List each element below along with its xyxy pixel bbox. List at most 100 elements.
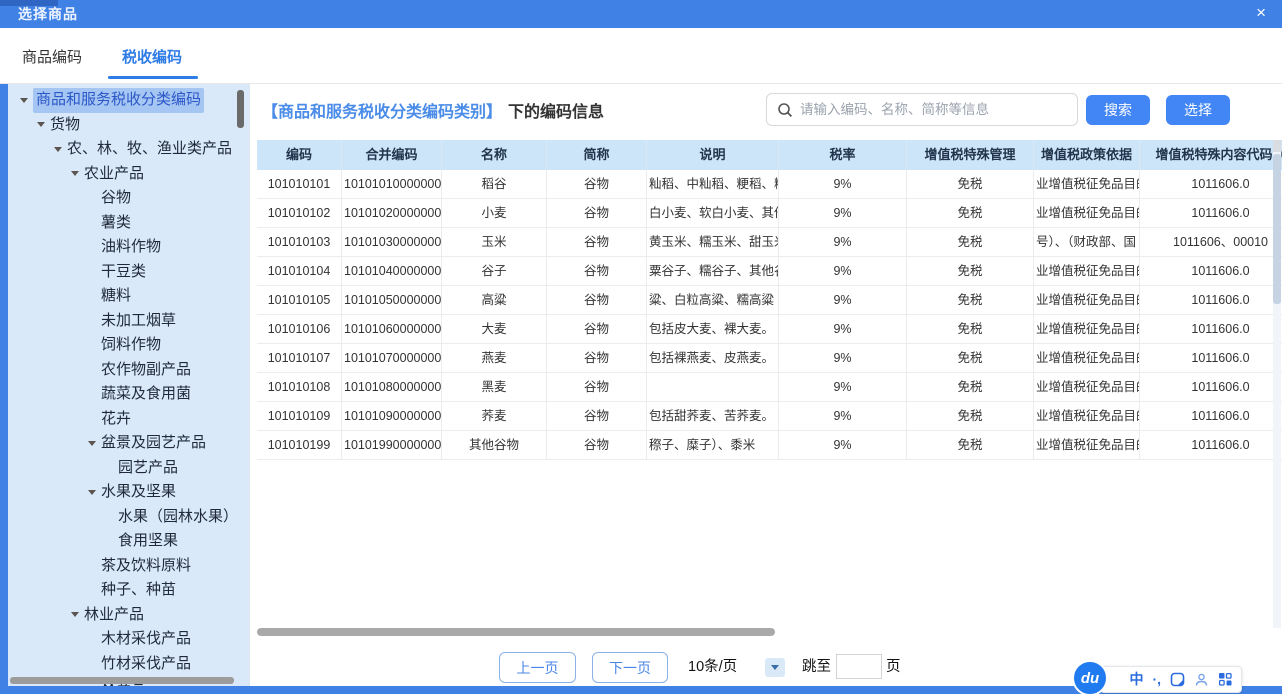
ime-language-icon[interactable]: 中 xyxy=(1129,667,1143,692)
tree-node[interactable]: 货物 xyxy=(8,113,249,138)
tree-vertical-scrollbar[interactable] xyxy=(237,90,244,128)
table-cell: 谷物 xyxy=(547,257,647,286)
table-header-cell: 编码 xyxy=(257,140,342,170)
table-cell: 玉米 xyxy=(442,228,547,257)
table-cell: 谷物 xyxy=(547,170,647,199)
table-row[interactable]: 1010101041010104000000000000谷子谷物粟谷子、糯谷子、… xyxy=(257,257,1282,286)
ime-skin-icon[interactable] xyxy=(1170,672,1185,687)
tree-node[interactable]: 水果（园林水果） xyxy=(8,505,249,530)
tree-horizontal-scrollbar[interactable] xyxy=(10,677,234,684)
tree-node[interactable]: 蔬菜及食用菌 xyxy=(8,382,249,407)
ime-menu-grid-icon[interactable] xyxy=(1218,672,1233,687)
table-header-cell: 说明 xyxy=(647,140,779,170)
table-vertical-scrollbar[interactable] xyxy=(1273,154,1281,304)
section-title-suffix: 下的编码信息 xyxy=(508,104,604,121)
table-row[interactable]: 1010101071010107000000000000燕麦谷物包括裸燕麦、皮燕… xyxy=(257,344,1282,373)
table-row[interactable]: 1010101991010199000000000000其他谷物谷物穄子、糜子）… xyxy=(257,431,1282,460)
table-cell: 谷物 xyxy=(547,431,647,460)
page-size-dropdown[interactable] xyxy=(765,658,785,677)
close-icon[interactable]: × xyxy=(1256,0,1266,26)
table-cell: 燕麦 xyxy=(442,344,547,373)
table-header-cell: 简称 xyxy=(547,140,647,170)
tree-node[interactable]: 竹材采伐产品 xyxy=(8,652,249,677)
tree-node[interactable]: 糖料 xyxy=(8,284,249,309)
tree-node[interactable]: 水果及坚果 xyxy=(8,480,249,505)
table-cell: 1011606.0 xyxy=(1140,315,1282,344)
page-size-label: 10条/页 xyxy=(688,652,737,683)
tree-expand-icon[interactable] xyxy=(37,122,50,127)
tree-node[interactable]: 农作物副产品 xyxy=(8,358,249,383)
table-cell: 1010199000000000000 xyxy=(342,431,442,460)
table-cell: 谷子 xyxy=(442,257,547,286)
tree-node[interactable]: 饲料作物 xyxy=(8,333,249,358)
tree-expand-icon[interactable] xyxy=(54,147,67,152)
tree-node[interactable]: 盆景及园艺产品 xyxy=(8,431,249,456)
next-page-button[interactable]: 下一页 xyxy=(592,652,668,683)
baidu-ime-logo[interactable]: du xyxy=(1072,660,1108,694)
table-cell: 免税 xyxy=(907,228,1034,257)
tree-node[interactable]: 农业产品 xyxy=(8,162,249,187)
table-cell: 业增值税征免品目的 xyxy=(1034,344,1140,373)
table-cell: 101010103 xyxy=(257,228,342,257)
table-cell: 101010107 xyxy=(257,344,342,373)
ime-punctuation-icon[interactable]: ·, xyxy=(1152,667,1161,692)
tab-bar: 商品编码 税收编码 xyxy=(0,28,1282,84)
tree-node[interactable]: 干豆类 xyxy=(8,260,249,285)
tree-node-label: 林业产品 xyxy=(84,603,144,628)
tree-node[interactable]: 种子、种苗 xyxy=(8,578,249,603)
table-cell: 1011606.0 xyxy=(1140,402,1282,431)
table-cell: 9% xyxy=(779,315,907,344)
table-cell: 谷物 xyxy=(547,315,647,344)
category-tree: 商品和服务税收分类编码货物农、林、牧、渔业类产品农业产品谷物薯类油料作物干豆类糖… xyxy=(8,84,249,686)
table-row[interactable]: 1010101051010105000000000000高粱谷物粱、白粒高粱、糯… xyxy=(257,286,1282,315)
table-header-cell: 名称 xyxy=(442,140,547,170)
table-cell: 101010104 xyxy=(257,257,342,286)
table-cell: 101010106 xyxy=(257,315,342,344)
tree-node[interactable]: 油料作物 xyxy=(8,235,249,260)
table-row[interactable]: 1010101011010101000000000000稻谷谷物籼稻、中籼稻、粳… xyxy=(257,170,1282,199)
table-row[interactable]: 1010101061010106000000000000大麦谷物包括皮大麦、裸大… xyxy=(257,315,1282,344)
previous-page-button[interactable]: 上一页 xyxy=(499,652,576,683)
table-horizontal-scrollbar[interactable] xyxy=(257,628,775,636)
tab-product-code[interactable]: 商品编码 xyxy=(22,46,82,67)
table-cell: 1010102000000000000 xyxy=(342,199,442,228)
tree-node-label: 货物 xyxy=(50,113,80,138)
tree-node[interactable]: 林业产品 xyxy=(8,603,249,628)
tree-node[interactable]: 农、林、牧、渔业类产品 xyxy=(8,137,249,162)
tree-node[interactable]: 园艺产品 xyxy=(8,456,249,481)
tree-expand-icon[interactable] xyxy=(71,612,84,617)
tree-node[interactable]: 花卉 xyxy=(8,407,249,432)
tree-node[interactable]: 商品和服务税收分类编码 xyxy=(8,88,249,113)
tree-node[interactable]: 茶及饮料原料 xyxy=(8,554,249,579)
tree-node[interactable]: 未加工烟草 xyxy=(8,309,249,334)
tree-node-label: 商品和服务税收分类编码 xyxy=(33,88,204,113)
search-input[interactable] xyxy=(800,102,1060,117)
tree-expand-icon[interactable] xyxy=(88,490,101,495)
table-cell: 1010105000000000000 xyxy=(342,286,442,315)
table-scrollbar-up-arrow[interactable] xyxy=(1273,140,1281,152)
jump-page-input[interactable] xyxy=(836,654,882,679)
table-row[interactable]: 1010101021010102000000000000小麦谷物白小麦、软白小麦… xyxy=(257,199,1282,228)
table-cell: 免税 xyxy=(907,402,1034,431)
ime-toolbar: 中 ·, xyxy=(1100,666,1242,693)
ime-user-icon[interactable] xyxy=(1194,672,1209,687)
tree-node[interactable]: 木材采伐产品 xyxy=(8,627,249,652)
tree-expand-icon[interactable] xyxy=(88,441,101,446)
table-row[interactable]: 1010101081010108000000000000黑麦谷物9%免税业增值税… xyxy=(257,373,1282,402)
tree-node[interactable]: 薯类 xyxy=(8,211,249,236)
table-row[interactable]: 1010101031010103000000000000玉米谷物黄玉米、糯玉米、… xyxy=(257,228,1282,257)
table-row[interactable]: 1010101091010109000000000000荞麦谷物包括甜荞麦、苦荞… xyxy=(257,402,1282,431)
tree-node[interactable]: 谷物 xyxy=(8,186,249,211)
tree-expand-icon[interactable] xyxy=(71,171,84,176)
tree-node-label: 水果（园林水果） xyxy=(118,505,238,530)
tree-expand-icon[interactable] xyxy=(20,98,33,103)
tab-tax-code[interactable]: 税收编码 xyxy=(122,46,182,67)
window-frame-left xyxy=(0,84,8,694)
table-header-row: 编码合并编码名称简称说明税率增值税特殊管理增值税政策依据增值税特殊内容代码（ xyxy=(257,140,1282,170)
select-product-dialog: 选择商品 × 商品编码 税收编码 商品和服务税收分类编码货物农、林、牧、渔业类产… xyxy=(0,0,1282,694)
tree-node[interactable]: 食用坚果 xyxy=(8,529,249,554)
tree-node-label: 农作物副产品 xyxy=(101,358,191,383)
table-cell: 谷物 xyxy=(547,286,647,315)
search-button[interactable]: 搜索 xyxy=(1086,95,1150,125)
select-button[interactable]: 选择 xyxy=(1166,95,1230,125)
